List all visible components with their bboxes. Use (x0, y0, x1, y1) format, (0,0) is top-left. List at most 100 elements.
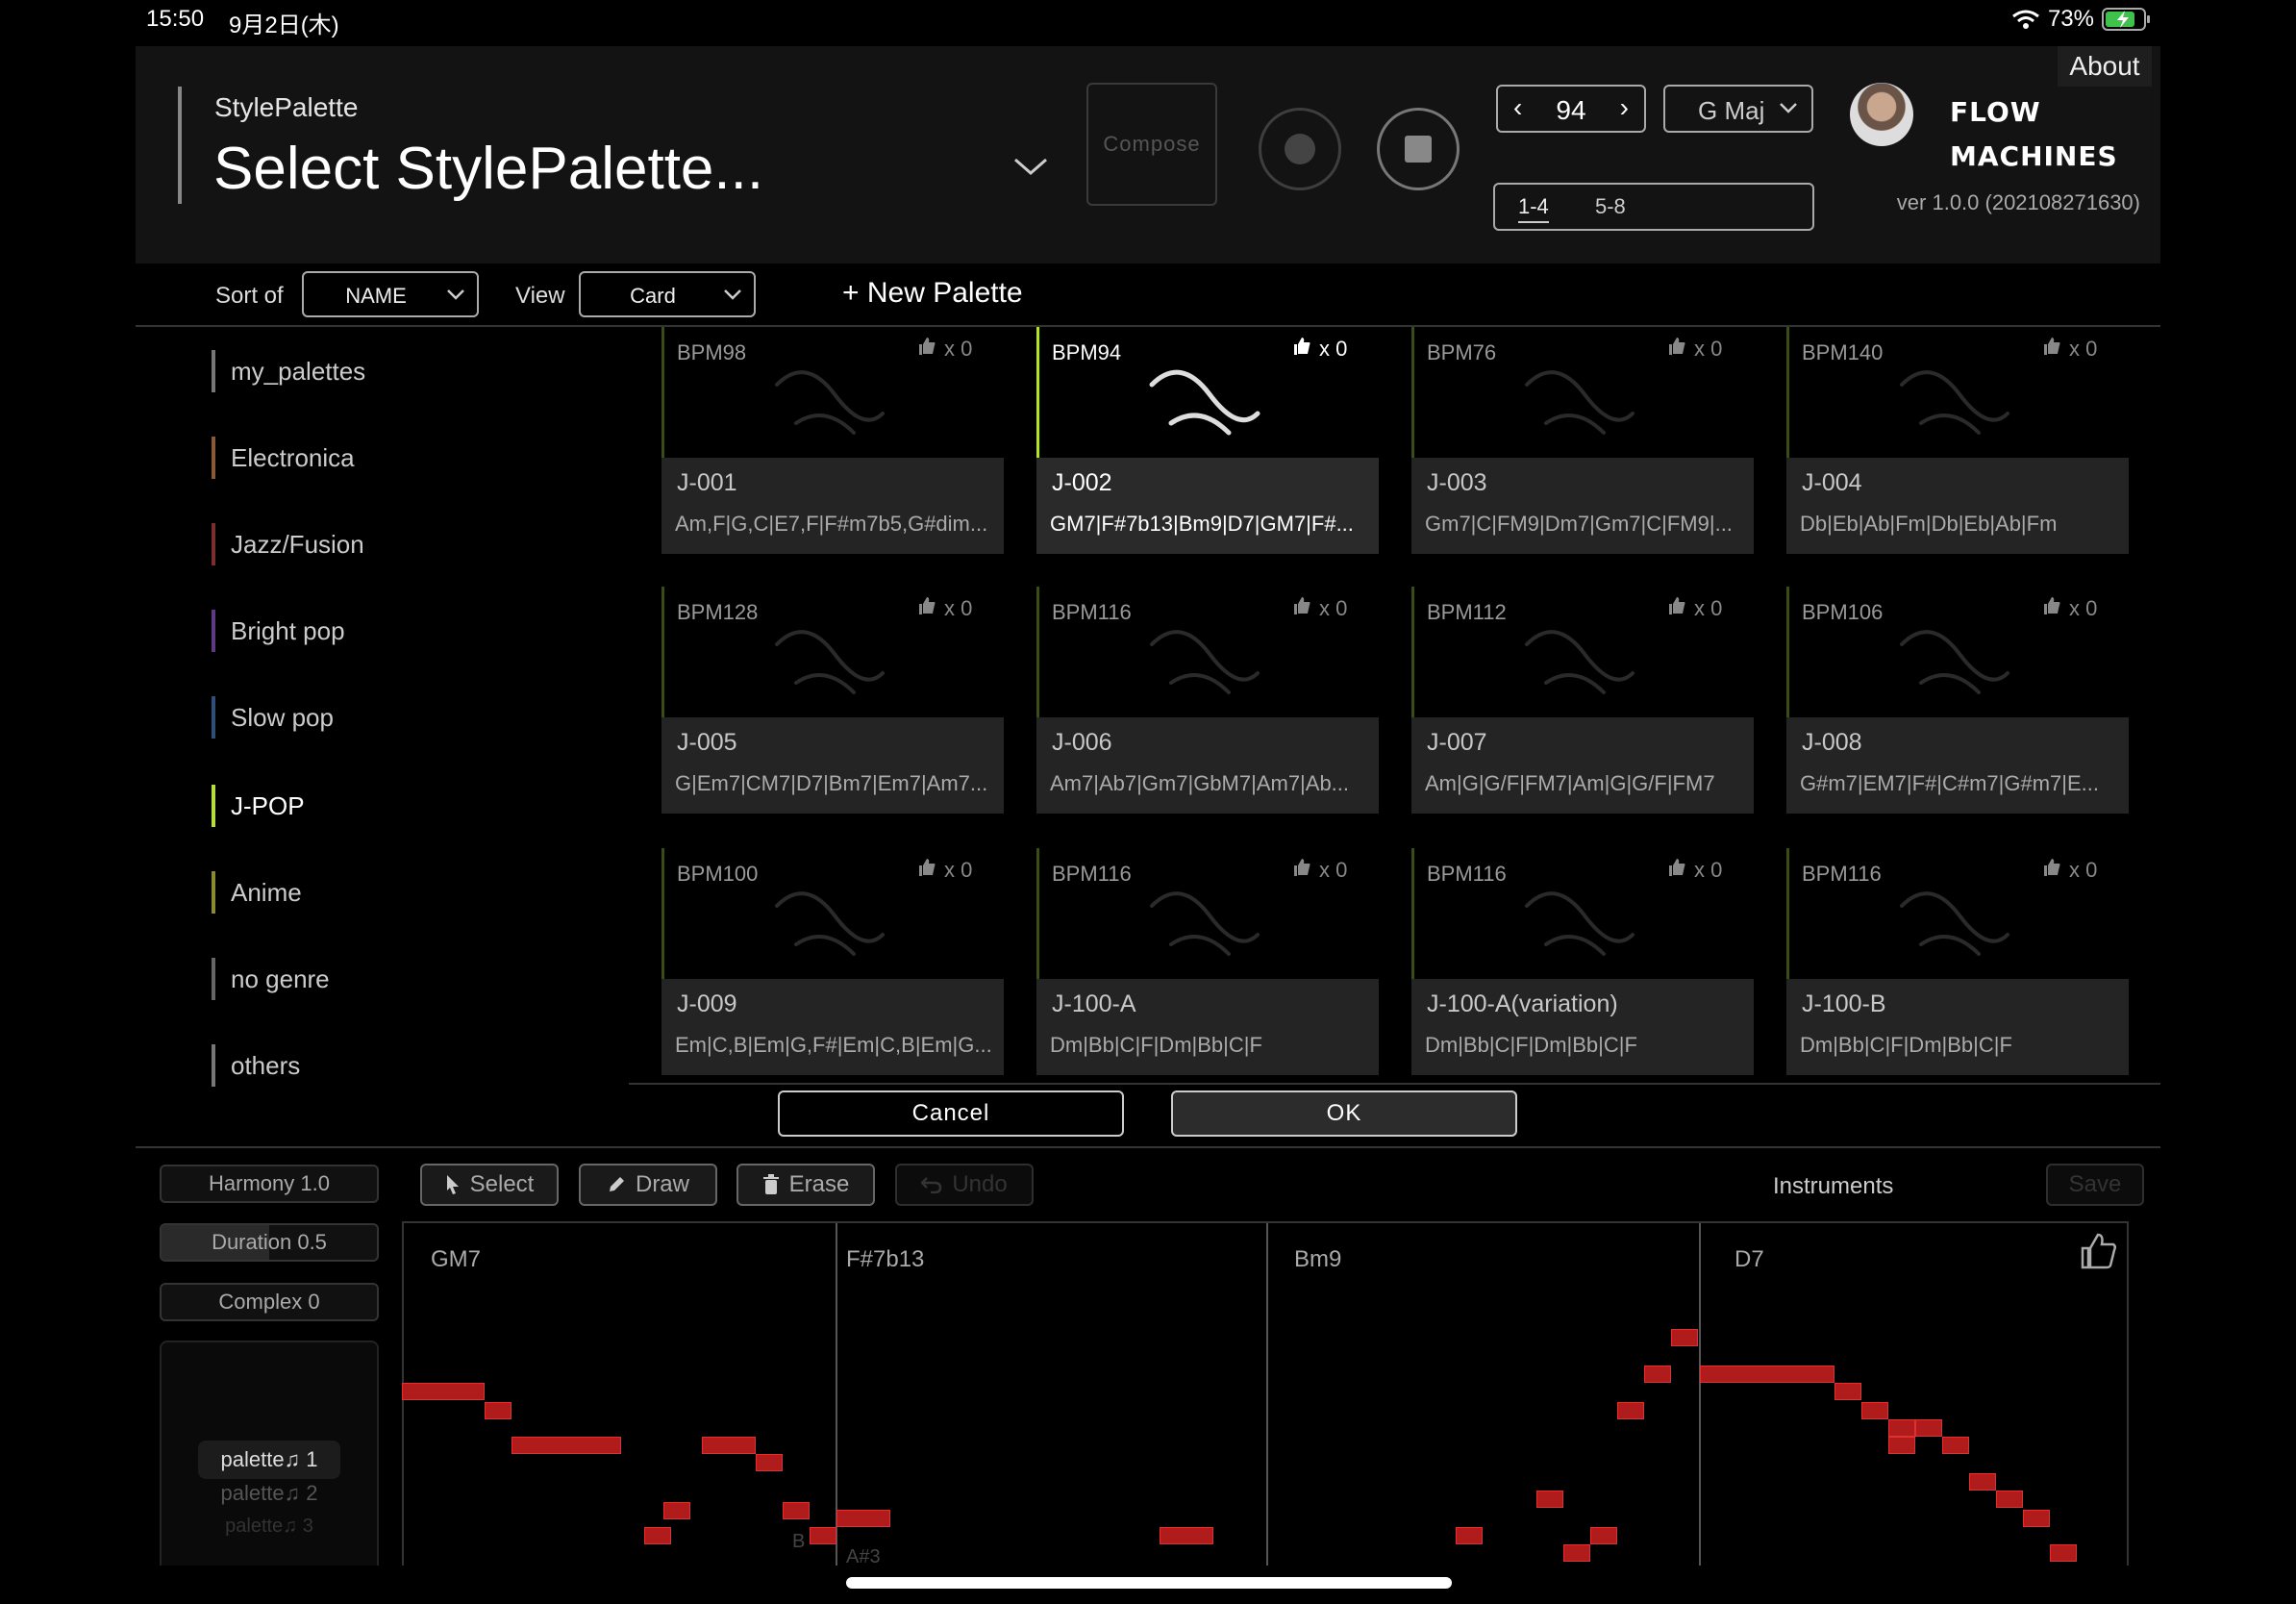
compose-button[interactable]: Compose (1086, 83, 1217, 206)
select-tool-button[interactable]: Select (420, 1164, 559, 1206)
chevron-down-icon[interactable] (1011, 154, 1050, 179)
midi-note[interactable] (1888, 1437, 1915, 1454)
genre-item-my-palettes[interactable]: my_palettes (212, 350, 365, 392)
midi-note[interactable] (783, 1502, 810, 1519)
palette-card[interactable]: BPM106 x 0 J-008 G#m7|EM7|F#|C#m7|G#m7|E... (1786, 587, 2129, 814)
midi-note[interactable] (2023, 1510, 2050, 1527)
key-select[interactable]: G Maj (1663, 85, 1813, 133)
card-like-button[interactable]: x 0 (1667, 596, 1722, 621)
sort-select[interactable]: NAME (302, 271, 479, 317)
midi-note[interactable] (1996, 1491, 2023, 1508)
card-like-button[interactable]: x 0 (2042, 596, 2097, 621)
midi-note[interactable] (644, 1527, 671, 1544)
midi-note[interactable] (1617, 1402, 1644, 1419)
midi-note[interactable] (836, 1510, 890, 1527)
midi-note[interactable] (2050, 1544, 2077, 1562)
piano-roll[interactable]: GM7 F#7b13 Bm9 D7 B A#3 (402, 1221, 2129, 1569)
view-select[interactable]: Card (579, 271, 756, 317)
palette-card[interactable]: BPM116 x 0 J-100-A(variation) Dm|Bb|C|F|Dm|… (1411, 848, 1754, 1075)
palette-card[interactable]: BPM112 x 0 J-007 Am|G|G/F|FM7|Am|G|G/F|FM7 (1411, 587, 1754, 814)
user-avatar[interactable] (1850, 83, 1913, 146)
about-button[interactable]: About (2058, 46, 2152, 87)
card-like-button[interactable]: x 0 (917, 858, 972, 883)
card-like-button[interactable]: x 0 (917, 596, 972, 621)
bar-tab-5-8[interactable]: 5-8 (1595, 194, 1626, 219)
bar-range-selector[interactable]: 1-4 5-8 (1493, 183, 1814, 231)
stop-button[interactable] (1377, 108, 1460, 190)
instruments-button[interactable]: Instruments (1773, 1173, 1893, 1200)
dialog-divider (629, 1083, 2160, 1085)
palette-card[interactable]: BPM76 x 0 J-003 Gm7|C|FM9|Dm7|Gm7|C|FM9|... (1411, 327, 1754, 554)
card-like-button[interactable]: x 0 (2042, 858, 2097, 883)
midi-note[interactable] (1563, 1544, 1590, 1562)
card-chords: G#m7|EM7|F#|C#m7|G#m7|E... (1800, 771, 2099, 795)
new-palette-button[interactable]: + New Palette (842, 277, 1023, 310)
card-like-button[interactable]: x 0 (917, 337, 972, 362)
cancel-button[interactable]: Cancel (778, 1090, 1124, 1137)
midi-note[interactable] (1969, 1473, 1996, 1491)
midi-note[interactable] (512, 1437, 621, 1454)
midi-note[interactable] (756, 1454, 783, 1471)
palette-card[interactable]: BPM128 x 0 J-005 G|Em7|CM7|D7|Bm7|Em7|Am7..… (661, 587, 1004, 814)
midi-note[interactable] (402, 1383, 485, 1400)
thumbs-up-icon[interactable] (2079, 1233, 2117, 1269)
midi-note[interactable] (663, 1502, 690, 1519)
midi-note[interactable] (1456, 1527, 1483, 1544)
complex-slider[interactable]: Complex 0 (160, 1283, 379, 1321)
genre-item-anime[interactable]: Anime (212, 871, 302, 914)
undo-button[interactable]: Undo (895, 1164, 1034, 1206)
midi-note[interactable] (1671, 1329, 1698, 1346)
midi-note[interactable] (1700, 1366, 1834, 1383)
thumbs-up-icon (1667, 858, 1686, 883)
genre-item-bright-pop[interactable]: Bright pop (212, 610, 345, 652)
stylepalette-title[interactable]: Select StylePalette... (213, 135, 763, 203)
palette-card[interactable]: BPM116 x 0 J-100-A Dm|Bb|C|F|Dm|Bb|C|F (1036, 848, 1379, 1075)
genre-item-others[interactable]: others (212, 1044, 300, 1087)
palette-picker[interactable]: palette♫ 1 palette♫ 2 palette♫ 3 (160, 1341, 379, 1567)
midi-note[interactable] (1861, 1402, 1888, 1419)
palette-card[interactable]: BPM100 x 0 J-009 Em|C,B|Em|G,F#|Em|C,B|Em|G… (661, 848, 1004, 1075)
tempo-stepper[interactable]: ‹ 94 › (1496, 85, 1646, 133)
midi-note[interactable] (1942, 1437, 1969, 1454)
ok-button[interactable]: OK (1171, 1090, 1517, 1137)
draw-tool-button[interactable]: Draw (579, 1164, 717, 1206)
midi-note[interactable] (1915, 1419, 1942, 1437)
tempo-increase-icon[interactable]: › (1620, 92, 1629, 123)
midi-note[interactable] (810, 1527, 836, 1544)
palette-option-2[interactable]: palette♫ 2 (198, 1481, 340, 1506)
midi-note[interactable] (1834, 1383, 1861, 1400)
card-like-button[interactable]: x 0 (2042, 337, 2097, 362)
thumbs-up-icon (917, 858, 936, 883)
midi-note[interactable] (485, 1402, 512, 1419)
palette-card[interactable]: BPM116 x 0 J-100-B Dm|Bb|C|F|Dm|Bb|C|F (1786, 848, 2129, 1075)
genre-item-jazz-fusion[interactable]: Jazz/Fusion (212, 523, 364, 565)
card-like-button[interactable]: x 0 (1292, 858, 1347, 883)
genre-item-no-genre[interactable]: no genre (212, 958, 330, 1000)
harmony-slider[interactable]: Harmony 1.0 (160, 1165, 379, 1203)
midi-note[interactable] (702, 1437, 756, 1454)
genre-item-slow-pop[interactable]: Slow pop (212, 696, 334, 739)
midi-note[interactable] (1160, 1527, 1213, 1544)
card-like-button[interactable]: x 0 (1667, 858, 1722, 883)
erase-tool-button[interactable]: Erase (736, 1164, 875, 1206)
genre-item-j-pop[interactable]: J-POP (212, 785, 305, 827)
card-like-button[interactable]: x 0 (1292, 596, 1347, 621)
palette-option-1[interactable]: palette♫ 1 (198, 1441, 340, 1479)
midi-note[interactable] (1536, 1491, 1563, 1508)
palette-card[interactable]: BPM116 x 0 J-006 Am7|Ab7|Gm7|GbM7|Am7|Ab... (1036, 587, 1379, 814)
card-like-button[interactable]: x 0 (1667, 337, 1722, 362)
card-like-button[interactable]: x 0 (1292, 337, 1347, 362)
home-indicator[interactable] (846, 1577, 1452, 1589)
palette-card[interactable]: BPM140 x 0 J-004 Db|Eb|Ab|Fm|Db|Eb|Ab|Fm (1786, 327, 2129, 554)
palette-option-3[interactable]: palette♫ 3 (198, 1516, 340, 1538)
duration-slider[interactable]: Duration 0.5 (160, 1223, 379, 1262)
midi-note[interactable] (1590, 1527, 1617, 1544)
save-button[interactable]: Save (2046, 1164, 2144, 1206)
midi-note[interactable] (1888, 1419, 1915, 1437)
bar-tab-1-4[interactable]: 1-4 (1518, 194, 1549, 223)
record-button[interactable] (1259, 108, 1341, 190)
palette-card[interactable]: BPM98 x 0 J-001 Am,F|G,C|E7,F|F#m7b5,G#dim.… (661, 327, 1004, 554)
palette-card[interactable]: BPM94 x 0 J-002 GM7|F#7b13|Bm9|D7|GM7|F#... (1036, 327, 1379, 554)
midi-note[interactable] (1644, 1366, 1671, 1383)
genre-item-electronica[interactable]: Electronica (212, 437, 355, 479)
